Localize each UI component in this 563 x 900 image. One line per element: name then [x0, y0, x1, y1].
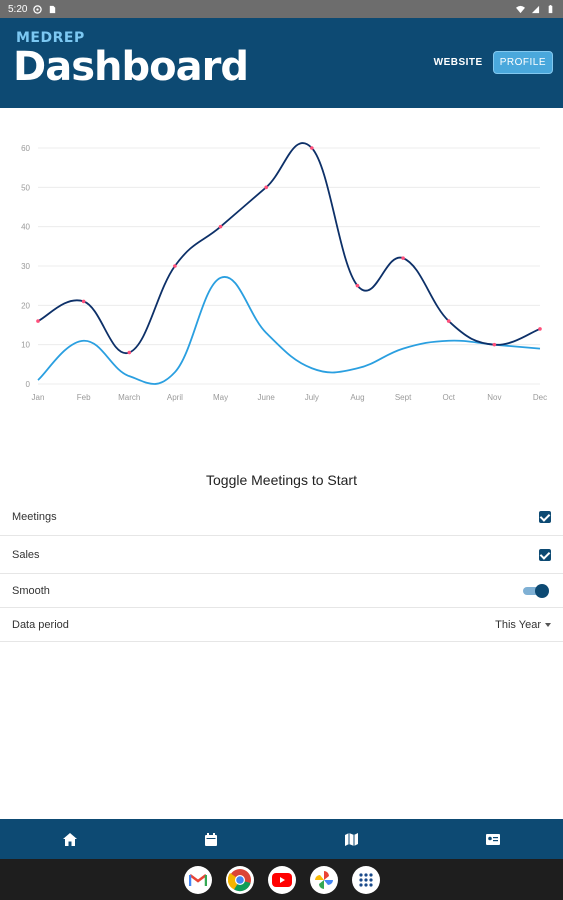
data-point	[36, 319, 40, 323]
x-tick-label: April	[167, 393, 183, 402]
data-point	[81, 299, 86, 304]
signal-icon	[531, 5, 540, 13]
x-tick-label: July	[305, 393, 319, 402]
profile-button[interactable]: PROFILE	[492, 51, 553, 74]
y-tick-label: 0	[26, 380, 31, 389]
status-time: 5:20	[8, 3, 28, 15]
chrome-app[interactable]	[225, 865, 254, 894]
data-point	[401, 256, 405, 260]
settings-icon	[33, 4, 43, 14]
sales-checkbox[interactable]	[539, 548, 551, 561]
y-tick-label: 20	[21, 301, 30, 310]
period-row[interactable]: Data period This Year	[0, 608, 563, 642]
nav-home[interactable]	[0, 819, 141, 859]
smooth-row[interactable]: Smooth	[0, 574, 563, 608]
x-tick-label: Aug	[350, 393, 364, 402]
apps-app[interactable]	[351, 865, 380, 894]
map-icon	[345, 832, 359, 846]
youtube-app[interactable]	[267, 865, 296, 894]
data-point	[538, 327, 542, 331]
photos-icon	[314, 870, 333, 889]
data-point	[492, 342, 497, 347]
toggle-title: Toggle Meetings to Start	[206, 472, 357, 488]
gmail-icon	[188, 873, 207, 886]
system-dock	[0, 859, 563, 900]
x-tick-label: March	[118, 393, 140, 402]
smooth-toggle[interactable]	[523, 583, 549, 598]
apps-grid-icon	[358, 872, 373, 887]
chart-svg: 0 10 20 30 40 50 60 Jan Feb March April May June July…	[21, 142, 547, 402]
sim-icon	[50, 5, 56, 13]
data-point	[127, 350, 132, 355]
wifi-icon	[516, 5, 525, 13]
y-tick-label: 50	[21, 183, 30, 192]
chevron-down-icon	[545, 622, 551, 627]
x-tick-label: June	[258, 393, 276, 402]
home-icon	[63, 832, 78, 846]
sales-label: Sales	[12, 548, 40, 561]
x-tick-label: Dec	[533, 393, 547, 402]
nav-map[interactable]	[282, 819, 423, 859]
meetings-label: Meetings	[12, 510, 57, 523]
x-tick-label: May	[213, 393, 228, 402]
page-title: Dashboard	[13, 44, 249, 90]
badge-icon	[485, 833, 500, 845]
meetings-checkbox[interactable]	[539, 510, 551, 523]
data-point	[310, 146, 314, 150]
x-tick-label: Nov	[487, 393, 501, 402]
period-value: This Year	[495, 618, 541, 631]
data-point	[264, 185, 268, 190]
x-tick-label: Jan	[32, 393, 45, 402]
nav-calendar[interactable]	[141, 819, 282, 859]
data-point	[446, 319, 451, 323]
y-tick-label: 30	[21, 262, 30, 271]
header-actions: WEBSITE PROFILE	[430, 51, 553, 74]
data-point	[218, 224, 223, 229]
data-point	[173, 264, 177, 268]
x-tick-label: Sept	[395, 393, 412, 402]
calendar-icon	[205, 832, 218, 846]
period-select[interactable]: This Year	[495, 619, 551, 631]
nav-badge[interactable]	[422, 819, 563, 859]
gmail-app[interactable]	[183, 865, 212, 894]
website-button[interactable]: WEBSITE	[430, 53, 487, 72]
x-tick-label: Oct	[443, 393, 456, 402]
series-line	[37, 142, 541, 354]
chrome-icon	[227, 868, 251, 891]
sales-row[interactable]: Sales	[0, 536, 563, 574]
status-bar: 5:20	[0, 0, 563, 18]
meetings-row[interactable]: Meetings	[0, 498, 563, 536]
photos-app[interactable]	[309, 865, 338, 894]
battery-icon	[548, 4, 553, 13]
smooth-label: Smooth	[12, 584, 50, 597]
series-line	[37, 276, 541, 385]
data-point	[355, 283, 360, 288]
y-tick-label: 10	[21, 341, 30, 350]
y-tick-label: 60	[21, 144, 30, 153]
app-header: MEDREP Dashboard WEBSITE PROFILE	[0, 18, 563, 108]
youtube-icon	[271, 872, 292, 887]
settings-list: Meetings Sales Smooth Data period This Y…	[0, 498, 563, 642]
bottom-nav	[0, 819, 563, 859]
y-tick-label: 40	[21, 223, 30, 232]
period-label: Data period	[12, 618, 69, 631]
line-chart: 0 10 20 30 40 50 60 Jan Feb March April May June July…	[0, 130, 563, 420]
x-tick-label: Feb	[77, 393, 91, 402]
